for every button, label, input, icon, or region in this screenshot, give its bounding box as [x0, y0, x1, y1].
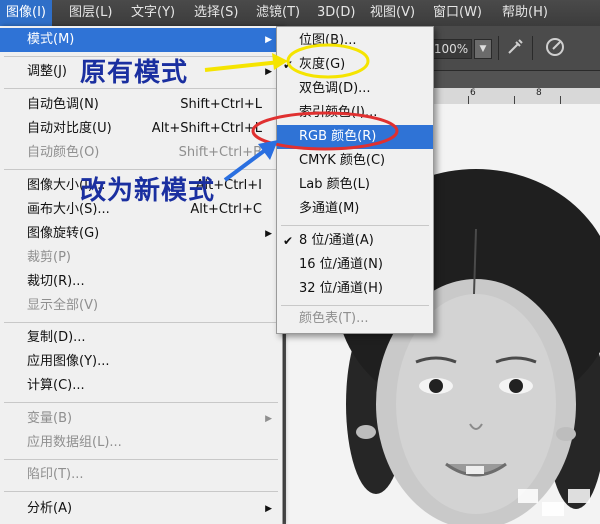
mode-item-color-table[interactable]: 颜色表(T)... — [277, 307, 433, 331]
menu-layer[interactable]: 图层(L) — [69, 0, 112, 26]
menu-item-trim[interactable]: 裁切(R)... — [0, 270, 282, 294]
mode-item-16bit[interactable]: 16 位/通道(N) — [277, 253, 433, 277]
menu-item-auto-color[interactable]: 自动颜色(O) Shift+Ctrl+B — [0, 141, 282, 165]
menu-window[interactable]: 窗口(W) — [433, 0, 482, 26]
menu-item-crop[interactable]: 裁剪(P) — [0, 246, 282, 270]
menu-view[interactable]: 视图(V) — [370, 0, 415, 26]
submenu-arrow-icon: ▶ — [265, 35, 272, 45]
menu-item-auto-contrast[interactable]: 自动对比度(U) Alt+Shift+Ctrl+L — [0, 117, 282, 141]
mode-item-8bit[interactable]: ✔ 8 位/通道(A) — [277, 229, 433, 253]
mode-item-duotone[interactable]: 双色调(D)... — [277, 77, 433, 101]
menu-item-variables[interactable]: 变量(B) ▶ — [0, 407, 282, 431]
menu-help[interactable]: 帮助(H) — [502, 0, 548, 26]
annotation-original-mode: 原有模式 — [80, 58, 189, 88]
ruler-tick — [514, 96, 515, 104]
menu-image[interactable]: 图像(I) — [0, 0, 52, 26]
menu-item-duplicate[interactable]: 复制(D)... — [0, 326, 282, 350]
checkmark-icon: ✔ — [283, 58, 294, 72]
menu-item-trap[interactable]: 陷印(T)... — [0, 463, 282, 487]
submenu-arrow-icon: ▶ — [265, 504, 272, 514]
annotation-change-mode: 改为新模式 — [80, 176, 216, 206]
menu-item-analysis[interactable]: 分析(A) ▶ — [0, 497, 282, 521]
mode-item-bitmap[interactable]: 位图(B)... — [277, 29, 433, 53]
menu-separator — [281, 305, 429, 306]
menu-item-calculations[interactable]: 计算(C)... — [0, 374, 282, 398]
menu-separator — [4, 459, 278, 460]
menu-item-mode[interactable]: 模式(M) ▶ — [0, 28, 282, 52]
menu-separator — [4, 491, 278, 492]
menu-select[interactable]: 选择(S) — [194, 0, 238, 26]
mode-submenu: 位图(B)... ✔ 灰度(G) 双色调(D)... 索引颜色(I)... RG… — [276, 26, 434, 334]
menu-filter[interactable]: 滤镜(T) — [256, 0, 300, 26]
ruler-label: 6 — [470, 88, 476, 98]
menu-item-apply-image[interactable]: 应用图像(Y)... — [0, 350, 282, 374]
submenu-arrow-icon: ▶ — [265, 414, 272, 424]
menu-separator — [281, 225, 429, 226]
menu-3d[interactable]: 3D(D) — [317, 0, 355, 26]
mode-item-lab-color[interactable]: Lab 颜色(L) — [277, 173, 433, 197]
mode-item-rgb-color[interactable]: RGB 颜色(R) — [277, 125, 433, 149]
ruler-tick — [560, 96, 561, 104]
checkmark-icon: ✔ — [283, 234, 294, 248]
ruler-label: 8 — [536, 88, 542, 98]
menu-separator — [4, 322, 278, 323]
mode-item-indexed-color[interactable]: 索引颜色(I)... — [277, 101, 433, 125]
toolbar-divider — [498, 36, 499, 60]
submenu-arrow-icon: ▶ — [265, 229, 272, 239]
ruler-tick — [468, 96, 469, 104]
image-menu-dropdown: 模式(M) ▶ 调整(J) ▶ 自动色调(N) Shift+Ctrl+L 自动对… — [0, 26, 283, 524]
mode-item-grayscale[interactable]: ✔ 灰度(G) — [277, 53, 433, 77]
menu-separator — [4, 402, 278, 403]
pressure-icon[interactable] — [544, 36, 566, 63]
menu-bar: 图像(I) 图层(L) 文字(Y) 选择(S) 滤镜(T) 3D(D) 视图(V… — [0, 0, 600, 27]
menu-item-image-rotation[interactable]: 图像旋转(G) ▶ — [0, 222, 282, 246]
menu-item-reveal-all[interactable]: 显示全部(V) — [0, 294, 282, 318]
mode-item-multichannel[interactable]: 多通道(M) — [277, 197, 433, 221]
mode-item-cmyk-color[interactable]: CMYK 颜色(C) — [277, 149, 433, 173]
menu-item-auto-tone[interactable]: 自动色调(N) Shift+Ctrl+L — [0, 93, 282, 117]
toolbar-divider — [532, 36, 533, 60]
menu-type[interactable]: 文字(Y) — [131, 0, 175, 26]
submenu-arrow-icon: ▶ — [265, 67, 272, 77]
zoom-dropdown-icon[interactable]: ▼ — [474, 39, 492, 59]
mode-item-32bit[interactable]: 32 位/通道(H) — [277, 277, 433, 301]
airbrush-icon[interactable] — [506, 36, 526, 61]
menu-item-apply-data-set[interactable]: 应用数据组(L)... — [0, 431, 282, 455]
zoom-field[interactable]: 100% — [430, 39, 472, 59]
